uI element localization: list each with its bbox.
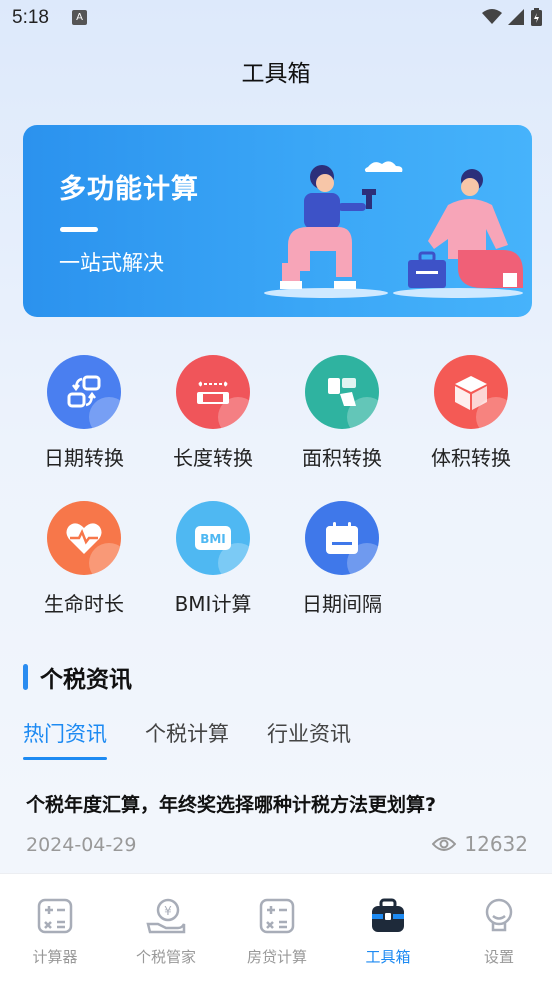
tool-label: 日期间隔 [302,592,382,616]
article-title[interactable]: 个税年度汇算，年终奖选择哪种计税方法更划算? [26,790,436,817]
signal-icon [508,9,524,25]
nav-label: 工具箱 [365,948,411,966]
tab-hot-news[interactable]: 热门资讯 [23,718,107,760]
bottom-nav: 计算器 ¥ 个税管家 房贷计算 工具箱 设置 [0,873,552,985]
calendar-icon [305,501,379,575]
promo-banner[interactable]: 多功能计算 一站式解决 [23,125,532,317]
article-view-count: 12632 [464,832,528,856]
status-icons [482,8,542,26]
news-tabs: 热门资讯 个税计算 行业资讯 [23,718,389,760]
tool-bmi[interactable]: BMI BMI计算 [153,501,273,617]
article-views: 12632 [432,832,528,856]
tool-volume-convert[interactable]: 体积转换 [411,355,531,471]
section-header: 个税资讯 [23,660,132,694]
nav-label: 个税管家 [135,948,196,966]
tool-date-convert[interactable]: 日期转换 [24,355,144,471]
heart-pulse-icon [47,501,121,575]
nav-label: 计算器 [32,948,78,966]
mortgage-calculator-icon [259,898,295,934]
status-time: 5:18 [12,7,49,28]
page-title: 工具箱 [241,61,311,87]
tool-label: 日期转换 [44,446,124,470]
tab-industry-news[interactable]: 行业资讯 [267,718,351,760]
cube-icon [434,355,508,429]
status-bar: 5:18 A [0,0,552,36]
wifi-icon [482,9,502,24]
tax-hand-icon: ¥ [146,898,186,934]
calculator-icon [37,898,73,934]
tool-life-span[interactable]: 生命时长 [24,501,144,617]
tool-label: 长度转换 [173,446,253,470]
toolbox-icon [372,898,404,932]
tab-tax-calc[interactable]: 个税计算 [145,718,229,760]
nav-label: 设置 [483,948,514,966]
eye-icon [432,837,457,851]
section-title: 个税资讯 [40,667,132,693]
article-date: 2024-04-29 [26,834,137,856]
bmi-icon-text: BMI [200,532,226,546]
tool-label: 体积转换 [431,446,511,470]
nav-toolbox[interactable]: 工具箱 [333,896,443,967]
date-convert-icon [47,355,121,429]
notification-icon: A [72,10,87,25]
nav-tax-manager[interactable]: ¥ 个税管家 [111,896,221,967]
tool-label: 生命时长 [44,592,124,616]
tool-area-convert[interactable]: 面积转换 [282,355,402,471]
tool-label: 面积转换 [302,446,382,470]
tool-length-convert[interactable]: 长度转换 [153,355,273,471]
nav-calculator[interactable]: 计算器 [0,896,110,967]
tool-label: BMI计算 [174,592,252,616]
section-accent-bar [23,664,28,690]
people-illustration [264,161,523,298]
tool-date-interval[interactable]: 日期间隔 [282,501,402,617]
battery-icon [531,8,542,26]
ruler-icon [176,355,250,429]
banner-subtitle: 一站式解决 [59,251,164,275]
settings-icon [485,898,513,932]
svg-text:¥: ¥ [164,904,172,918]
bmi-icon: BMI [176,501,250,575]
nav-settings[interactable]: 设置 [444,896,552,967]
banner-divider [60,227,98,232]
area-icon [305,355,379,429]
banner-title: 多功能计算 [59,174,199,205]
nav-mortgage[interactable]: 房贷计算 [222,896,332,967]
nav-label: 房贷计算 [246,948,307,966]
